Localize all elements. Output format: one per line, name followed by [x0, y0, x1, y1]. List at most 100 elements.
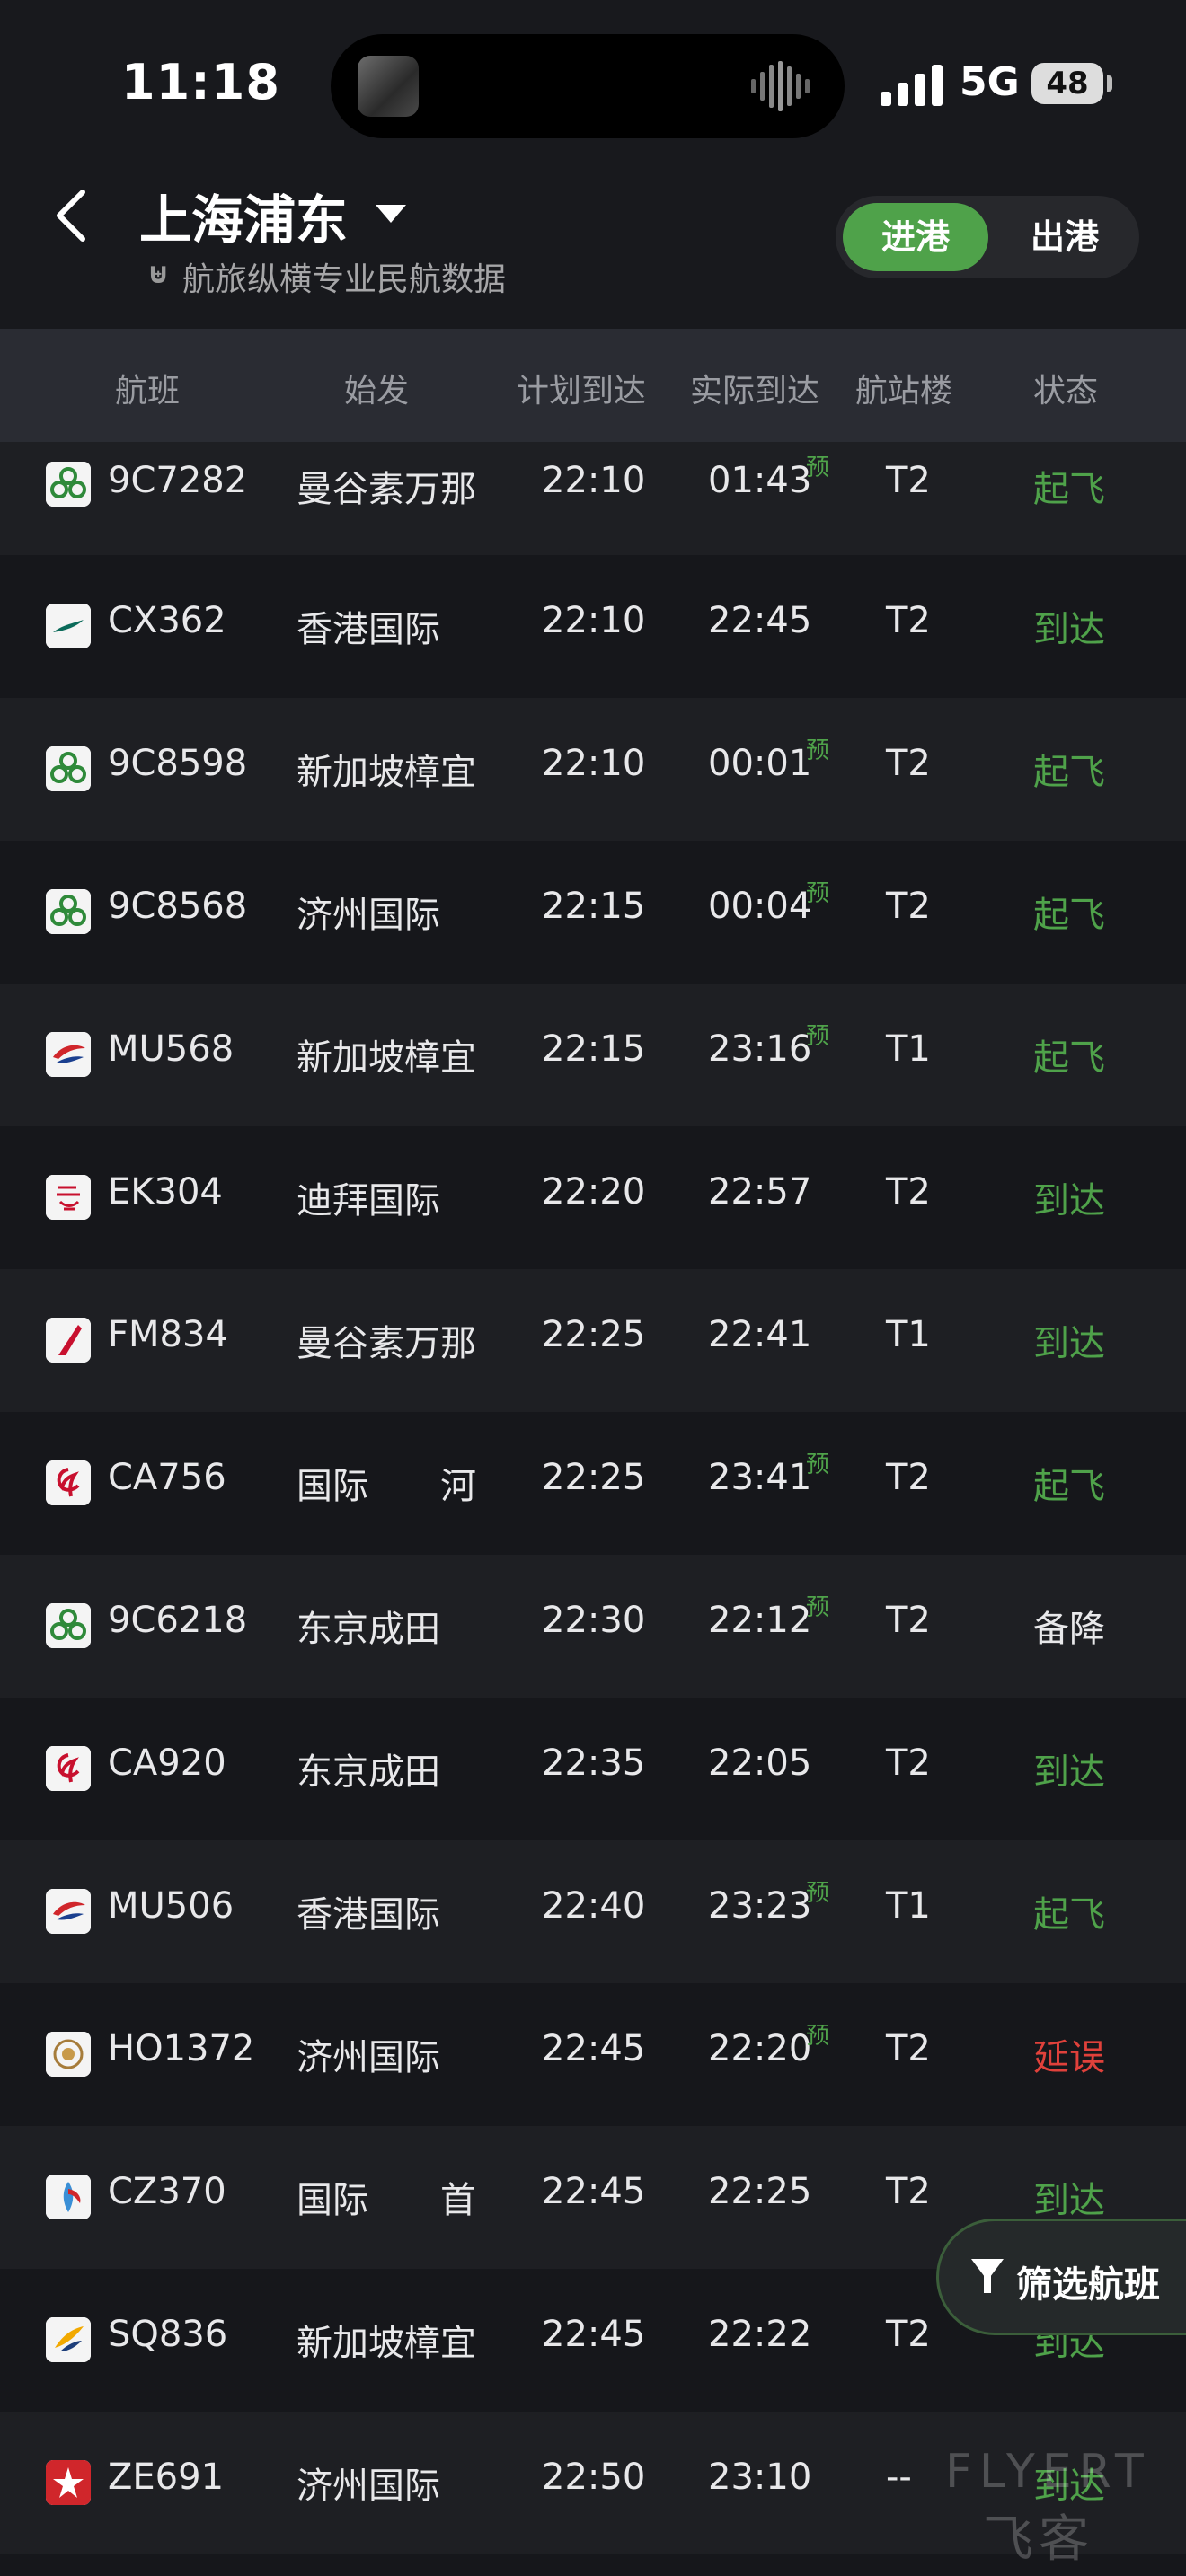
origin-airport: 东京成田 — [296, 1609, 440, 1650]
china-eastern-icon — [46, 1889, 91, 1934]
terminal: T2 — [886, 2028, 931, 2069]
scheduled-arrival: 22:10 — [542, 743, 646, 784]
table-row[interactable]: MU506 香港国际 22:40 23:23 T1 起飞 预 — [0, 1840, 1186, 1983]
estimated-mark: 预 — [806, 880, 830, 907]
air-china-icon — [46, 1746, 91, 1791]
flight-number: CA756 — [108, 1457, 226, 1498]
table-row[interactable]: HO1372 济州国际 22:45 22:20 T2 延误 预 — [0, 1983, 1186, 2126]
terminal: T1 — [886, 1885, 931, 1927]
actual-arrival: 00:01 — [708, 743, 812, 784]
battery-tip — [1107, 75, 1112, 92]
page-header: 上海浦东 ⊎ 航旅纵横专业民航数据 进港 出港 — [0, 171, 1186, 329]
flight-number: CA920 — [108, 1742, 226, 1784]
column-origin: 始发 — [344, 373, 410, 410]
actual-arrival: 22:20 — [708, 2028, 812, 2069]
scheduled-arrival: 22:30 — [542, 1600, 646, 1641]
actual-arrival: 22:05 — [708, 1742, 812, 1784]
table-row[interactable]: CX362 香港国际 22:10 22:45 T2 到达 — [0, 555, 1186, 698]
scheduled-arrival: 22:45 — [542, 2314, 646, 2355]
singapore-airlines-icon — [46, 2317, 91, 2362]
flight-status: 到达 — [1033, 2180, 1105, 2221]
table-row[interactable]: 9C8598 新加坡樟宜 22:10 00:01 T2 起飞 预 — [0, 698, 1186, 841]
scheduled-arrival: 22:50 — [542, 2457, 646, 2498]
actual-arrival: 00:04 — [708, 886, 812, 927]
battery-icon: 48 — [1031, 63, 1103, 104]
table-header: 航班 始发 计划到达 实际到达 航站楼 状态 — [0, 329, 1186, 442]
spring-airlines-icon — [46, 746, 91, 791]
filter-label: 筛选航班 — [1016, 2264, 1160, 2306]
dynamic-island[interactable] — [331, 34, 845, 138]
flight-status: 到达 — [1033, 609, 1105, 650]
flight-number: MU568 — [108, 1028, 235, 1070]
actual-arrival: 22:25 — [708, 2171, 812, 2212]
cellular-signal-icon — [881, 65, 943, 106]
table-row[interactable]: 9C6218 东京成田 22:30 22:12 T2 备降 预 — [0, 1555, 1186, 1698]
flight-status: 起飞 — [1033, 1037, 1105, 1079]
watermark-line1: FLYERT — [945, 2445, 1151, 2499]
scheduled-arrival: 22:45 — [542, 2171, 646, 2212]
flight-number: FM834 — [108, 1314, 228, 1355]
arrival-departure-toggle: 进港 出港 — [836, 196, 1139, 278]
tab-departure[interactable]: 出港 — [997, 203, 1132, 271]
airport-selector[interactable]: 上海浦东 — [139, 178, 348, 253]
origin-airport: 迪拜国际 — [296, 1180, 440, 1222]
flight-status: 到达 — [1033, 1751, 1105, 1793]
emirates-icon — [46, 1175, 91, 1220]
actual-arrival: 23:41 — [708, 1457, 812, 1498]
origin-airport: 新加坡樟宜 — [296, 752, 476, 793]
filter-flights-button[interactable]: 筛选航班 — [936, 2219, 1186, 2335]
estimated-mark: 预 — [806, 454, 830, 481]
column-status: 状态 — [1033, 373, 1099, 410]
origin-airport: 香港国际 — [296, 1894, 440, 1936]
china-southern-icon — [46, 2175, 91, 2219]
flight-status: 起飞 — [1033, 895, 1105, 936]
umetrip-logo-icon: ⊎ — [146, 256, 170, 290]
estimated-mark: 预 — [806, 2023, 830, 2050]
cathay-pacific-icon — [46, 604, 91, 648]
tab-arrival[interactable]: 进港 — [843, 203, 988, 271]
actual-arrival: 22:41 — [708, 1314, 812, 1355]
scheduled-arrival: 22:25 — [542, 1314, 646, 1355]
flight-status: 延误 — [1033, 2037, 1105, 2078]
flight-number: ZE691 — [108, 2457, 225, 2498]
actual-arrival: 23:16 — [708, 1028, 812, 1070]
dropdown-caret-icon[interactable] — [376, 205, 406, 223]
terminal: -- — [886, 2457, 912, 2498]
scheduled-arrival: 22:25 — [542, 1457, 646, 1498]
actual-arrival: 22:57 — [708, 1171, 812, 1213]
origin-airport: 新加坡樟宜 — [296, 2323, 476, 2364]
terminal: T2 — [886, 1457, 931, 1498]
terminal: T2 — [886, 1600, 931, 1641]
status-time: 11:18 — [121, 54, 280, 110]
spring-airlines-icon — [46, 889, 91, 934]
scheduled-arrival: 22:45 — [542, 2028, 646, 2069]
filter-funnel-stem — [984, 2275, 991, 2293]
flight-number: 9C7282 — [108, 460, 248, 501]
scheduled-arrival: 22:40 — [542, 1885, 646, 1927]
column-terminal: 航站楼 — [855, 373, 953, 410]
flight-number: EK304 — [108, 1171, 223, 1213]
actual-arrival: 23:23 — [708, 1885, 812, 1927]
table-row[interactable]: EK304 迪拜国际 22:20 22:57 T2 到达 — [0, 1126, 1186, 1269]
scheduled-arrival: 22:10 — [542, 460, 646, 501]
terminal: T1 — [886, 1314, 931, 1355]
network-type: 5G — [960, 59, 1020, 105]
header-subtitle: 航旅纵横专业民航数据 — [182, 261, 507, 298]
terminal: T2 — [886, 1171, 931, 1213]
estimated-mark: 预 — [806, 1594, 830, 1621]
table-row[interactable]: 9C8568 济州国际 22:15 00:04 T2 起飞 预 — [0, 841, 1186, 984]
scheduled-arrival: 22:15 — [542, 886, 646, 927]
table-row[interactable]: 9C7282 曼谷素万那 22:10 01:43 T2 起飞 预 — [0, 442, 1186, 555]
table-row[interactable]: CA756 国际 河 22:25 23:41 T2 起飞 预 — [0, 1412, 1186, 1555]
origin-airport: 新加坡樟宜 — [296, 1037, 476, 1079]
air-china-icon — [46, 1460, 91, 1505]
origin-airport: 曼谷素万那 — [296, 1323, 476, 1364]
table-row[interactable]: MU568 新加坡樟宜 22:15 23:16 T1 起飞 预 — [0, 984, 1186, 1126]
table-row[interactable]: FM834 曼谷素万那 22:25 22:41 T1 到达 — [0, 1269, 1186, 1412]
origin-airport: 香港国际 — [296, 609, 440, 650]
flight-number: CX362 — [108, 600, 226, 641]
back-arrow-icon[interactable] — [45, 180, 99, 251]
terminal: T2 — [886, 460, 931, 501]
table-row[interactable]: CA920 东京成田 22:35 22:05 T2 到达 — [0, 1698, 1186, 1840]
terminal: T2 — [886, 600, 931, 641]
